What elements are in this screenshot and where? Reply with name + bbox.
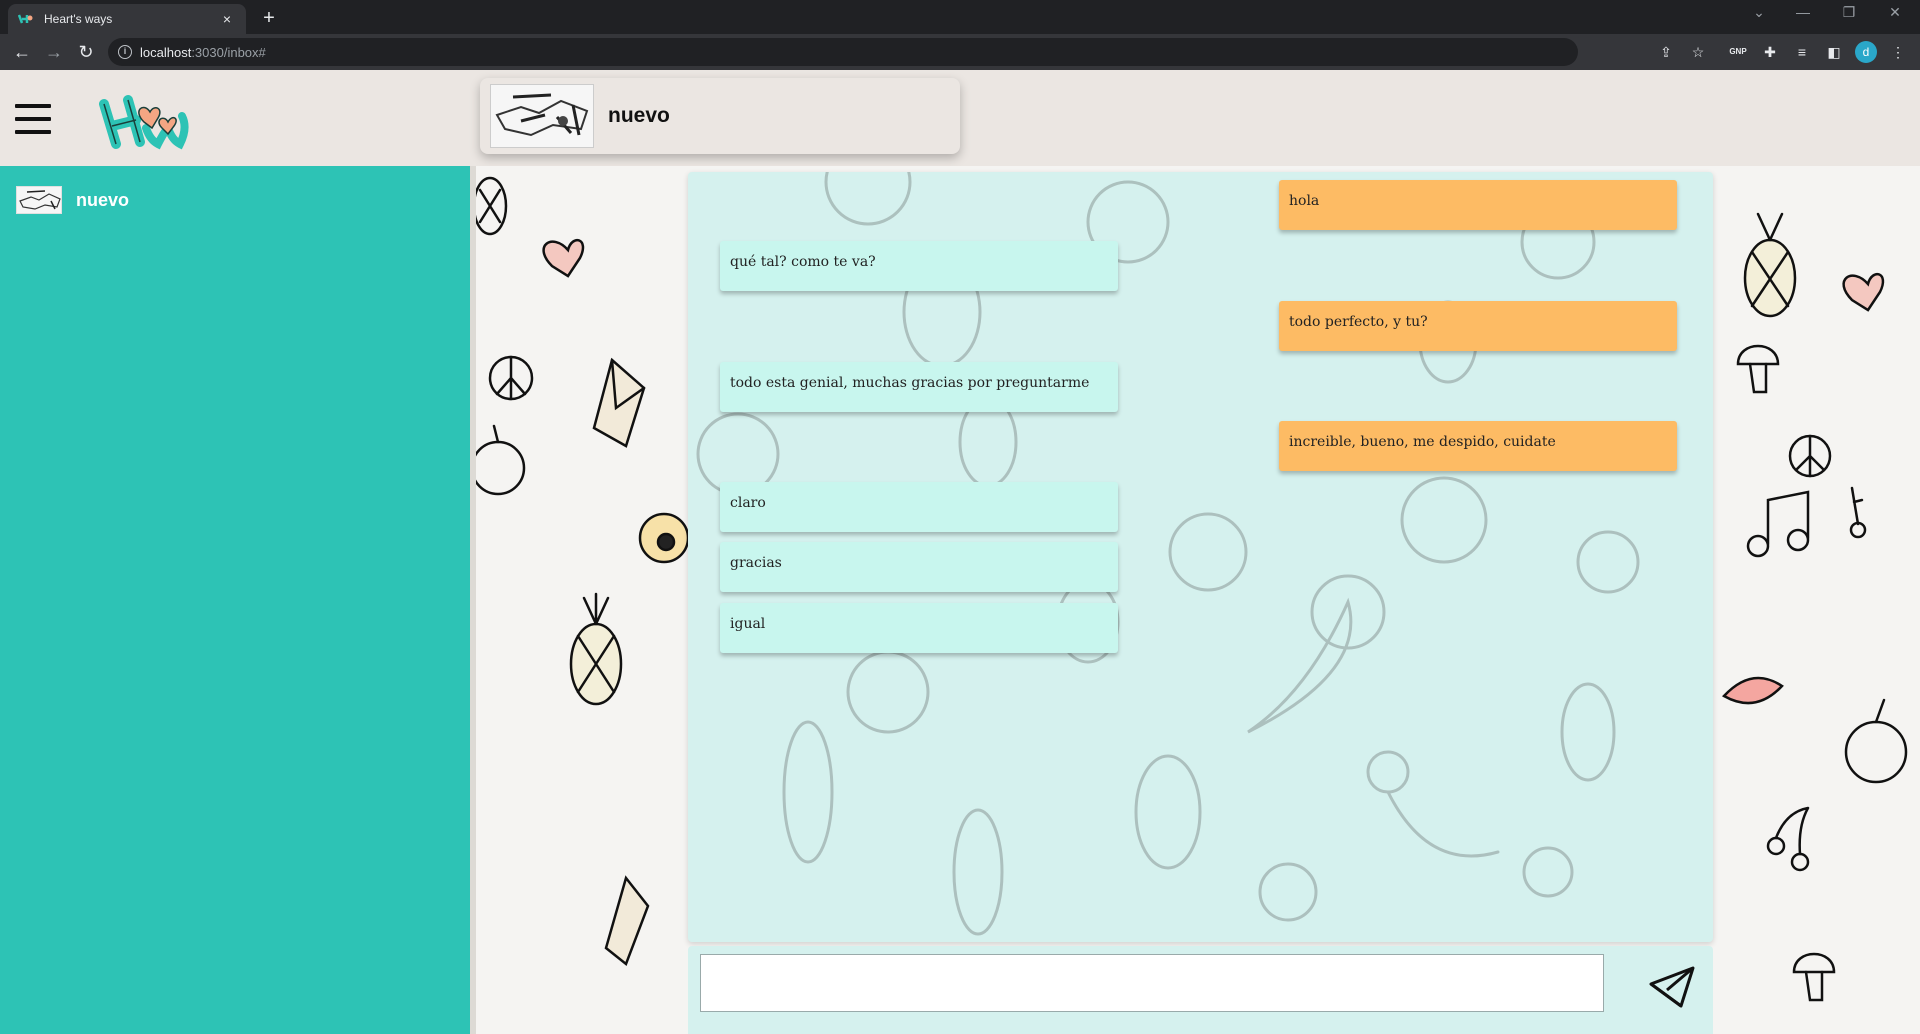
message-received: igual [720,603,1118,653]
contacts-sidebar: nuevo [0,166,470,1034]
music-note-doodle-icon [1746,490,1810,558]
message-sent: hola [1279,180,1677,230]
media-queue-icon[interactable]: ≡ [1792,42,1812,62]
message-sent: increible, bueno, me despido, cuidate [1279,421,1677,471]
messages-panel[interactable]: hola qué tal? como te va? todo perfecto,… [688,172,1713,942]
side-panel-icon[interactable]: ◧ [1824,42,1844,62]
profile-avatar[interactable]: d [1855,41,1877,63]
pineapple-doodle-icon [569,592,623,706]
close-window-icon[interactable]: ✕ [1880,4,1910,21]
more-menu-icon[interactable]: ⋮ [1888,42,1908,62]
chat-avatar [490,84,594,148]
reload-icon[interactable]: ↻ [74,41,98,65]
app-favicon-icon [18,13,34,25]
mushroom-doodle-icon [1792,952,1836,1002]
heart-doodle-icon [1842,272,1885,312]
paper-plane-send-icon[interactable] [1643,950,1703,1010]
cherry-doodle-icon [1766,806,1810,872]
app-logo[interactable] [98,88,194,154]
message-received: qué tal? como te va? [720,241,1118,291]
message-received: todo esta genial, muchas gracias por pre… [720,362,1118,412]
tab-search-icon[interactable]: ⌄ [1744,4,1774,21]
pineapple-doodle-icon [1743,212,1797,318]
app-header: nuevo [0,70,1920,166]
browser-tabbar: Heart's ways × + ⌄ — ❐ ✕ [0,0,1920,34]
message-received: gracias [720,542,1118,592]
message-input[interactable] [700,954,1604,1012]
envelope-doodle-icon [604,875,650,967]
restore-icon[interactable]: ❐ [1834,4,1864,21]
lips-doodle-icon [1721,676,1784,705]
url-host: localhost [140,44,192,60]
browser-toolbar: ← → ↻ i localhost :3030/inbox# ⇪ ☆ GNP ✚… [0,34,1920,70]
key-doodle-icon [1849,486,1867,539]
new-tab-button[interactable]: + [256,5,282,31]
app-root: nuevo nuevo hola qué tal? como te va? to… [0,70,1920,1034]
fruit-doodle-icon [638,512,690,564]
message-received: claro [720,482,1118,532]
sidebar-item-label: nuevo [76,189,130,210]
tab-close-icon[interactable]: × [218,11,236,27]
chat-contact-name: nuevo [608,104,670,127]
pineapple-doodle-icon [476,176,508,236]
contact-avatar [16,186,62,214]
extensions-puzzle-icon[interactable]: ✚ [1760,42,1780,62]
message-sent: todo perfecto, y tu? [1279,301,1677,351]
sidebar-item-nuevo[interactable]: nuevo [16,186,129,214]
chat-header[interactable]: nuevo [480,78,960,154]
url-path: :3030/inbox# [191,44,266,60]
back-arrow-icon[interactable]: ← [10,41,34,65]
tab-title: Heart's ways [44,12,113,26]
apple-doodle-icon [1844,698,1908,784]
share-icon[interactable]: ⇪ [1656,42,1676,62]
heart-doodle-icon [542,238,585,278]
mushroom-doodle-icon [1736,344,1780,394]
bookmark-star-icon[interactable]: ☆ [1688,42,1708,62]
peace-sign-doodle-icon [1788,434,1832,478]
hamburger-menu-icon[interactable] [15,104,51,134]
envelope-doodle-icon [592,357,646,448]
message-composer [688,946,1713,1034]
site-info-icon[interactable]: i [118,45,132,59]
minimize-icon[interactable]: — [1788,4,1818,20]
browser-tab[interactable]: Heart's ways × [8,4,246,34]
address-bar[interactable]: i localhost :3030/inbox# [108,38,1578,66]
forward-arrow-icon[interactable]: → [42,41,66,65]
apple-doodle-icon [476,424,526,496]
extension-gnp-icon[interactable]: GNP [1728,42,1748,62]
peace-sign-doodle-icon [488,355,534,401]
